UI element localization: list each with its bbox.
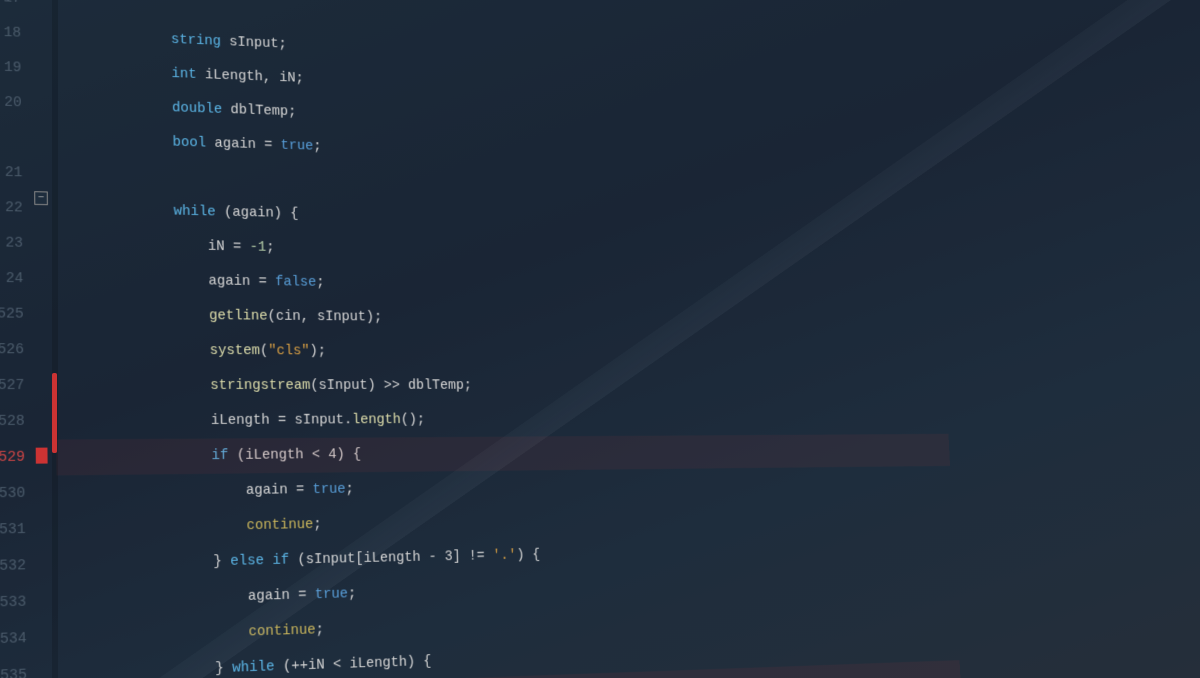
line-num-530: 530 xyxy=(0,476,25,513)
line-num-535: 535 xyxy=(0,657,27,678)
bookmark-529 xyxy=(36,448,48,464)
line-num-empty xyxy=(0,119,22,155)
line-num-527: 527 xyxy=(0,368,25,404)
code-line-527: iLength = sInput.length(); xyxy=(55,368,946,404)
line-num-23: 23 xyxy=(0,225,23,261)
line-num-525: 525 xyxy=(0,296,24,332)
line-num-19: 19 xyxy=(0,49,22,86)
line-num-526: 526 xyxy=(0,332,24,368)
code-line-526: stringstream(sInput) >> dblTemp; xyxy=(55,333,945,370)
line-num-532: 532 xyxy=(0,548,26,585)
code-content: string sInput; int iLength, iN; double d… xyxy=(51,0,964,678)
line-num-534: 534 xyxy=(0,621,27,659)
left-scrollbar[interactable] xyxy=(52,0,58,678)
line-num-20: 20 xyxy=(0,84,22,120)
line-num-24: 24 xyxy=(0,261,24,297)
line-num-531: 531 xyxy=(0,512,26,549)
line-num-529: 529 xyxy=(0,440,25,476)
left-scrollbar-thumb xyxy=(52,373,57,453)
line-num-18: 18 xyxy=(0,15,21,52)
line-num-528: 528 xyxy=(0,404,25,440)
code-editor: 17 18 19 20 21 22 23 24 525 526 527 528 … xyxy=(0,0,1200,678)
collapse-icon-21[interactable]: − xyxy=(34,191,48,205)
line-num-533: 533 xyxy=(0,584,27,622)
line-num-17: 17 xyxy=(0,0,21,16)
code-editor-inner: 17 18 19 20 21 22 23 24 525 526 527 528 … xyxy=(0,0,964,678)
line-num-21: 21 xyxy=(0,155,23,191)
line-num-22: 22 xyxy=(0,190,23,226)
